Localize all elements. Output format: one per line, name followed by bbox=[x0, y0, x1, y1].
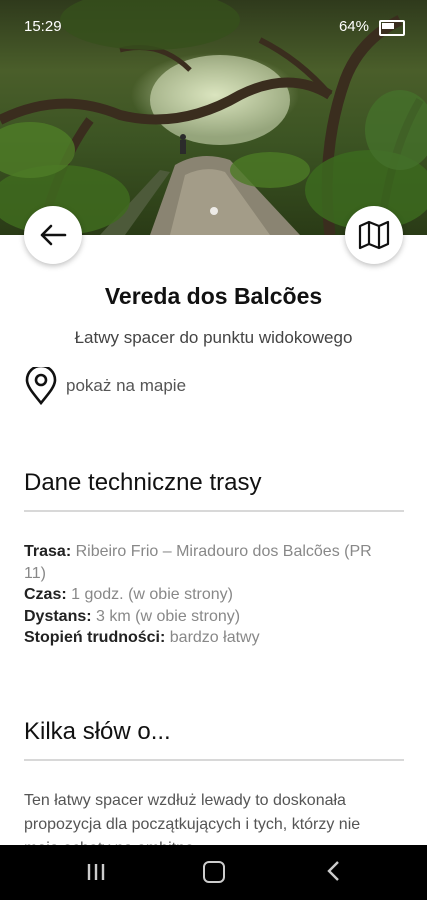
page-subtitle: Łatwy spacer do punktu widokowego bbox=[74, 328, 353, 347]
divider bbox=[24, 759, 404, 761]
technical-details: Trasa: Ribeiro Frio – Miradouro dos Balc… bbox=[24, 541, 394, 649]
status-battery-text: 64% bbox=[338, 18, 369, 35]
detail-distance-value: 3 km (w obie strony) bbox=[91, 607, 241, 625]
page-title: Vereda dos Balcões bbox=[104, 283, 323, 309]
show-on-map-link[interactable]: pokaż na mapie bbox=[24, 366, 186, 406]
detail-route-label: Trasa: bbox=[24, 543, 72, 560]
detail-difficulty: Stopień trudności: bardzo łatwy bbox=[24, 627, 394, 649]
hero-image: 15:29 64% bbox=[0, 0, 427, 235]
back-button[interactable] bbox=[24, 206, 82, 264]
carousel-indicator bbox=[210, 207, 218, 215]
show-on-map-label: pokaż na mapie bbox=[66, 376, 187, 395]
section-title-about: Kilka słów o... bbox=[24, 718, 171, 745]
arrow-left-icon bbox=[40, 224, 67, 246]
nav-back-icon[interactable] bbox=[326, 860, 340, 882]
divider bbox=[24, 510, 404, 512]
status-bar: 15:29 64% bbox=[0, 0, 427, 56]
location-pin-icon bbox=[25, 367, 57, 405]
detail-route: Trasa: Ribeiro Frio – Miradouro dos Balc… bbox=[24, 541, 394, 584]
detail-difficulty-value: bardzo łatwy bbox=[165, 629, 260, 646]
detail-time-label: Czas: bbox=[24, 586, 67, 603]
map-icon bbox=[358, 220, 390, 250]
detail-time-value: 1 godz. (w obie strony) bbox=[66, 586, 233, 603]
detail-distance: Dystans: 3 km (w obie strony) bbox=[24, 606, 394, 628]
home-icon[interactable] bbox=[203, 861, 225, 883]
system-nav-bar bbox=[0, 845, 427, 900]
detail-time: Czas: 1 godz. (w obie strony) bbox=[24, 584, 394, 606]
battery-icon bbox=[379, 20, 405, 36]
map-button[interactable] bbox=[345, 206, 403, 264]
status-time: 15:29 bbox=[24, 18, 62, 35]
detail-distance-label: Dystans: bbox=[24, 607, 92, 625]
detail-difficulty-label: Stopień trudności: bbox=[24, 629, 166, 646]
detail-route-value: Ribeiro Frio – Miradouro dos Balcões (PR… bbox=[24, 543, 372, 582]
section-title-technical: Dane techniczne trasy bbox=[24, 469, 262, 496]
recent-apps-icon[interactable] bbox=[86, 863, 106, 881]
